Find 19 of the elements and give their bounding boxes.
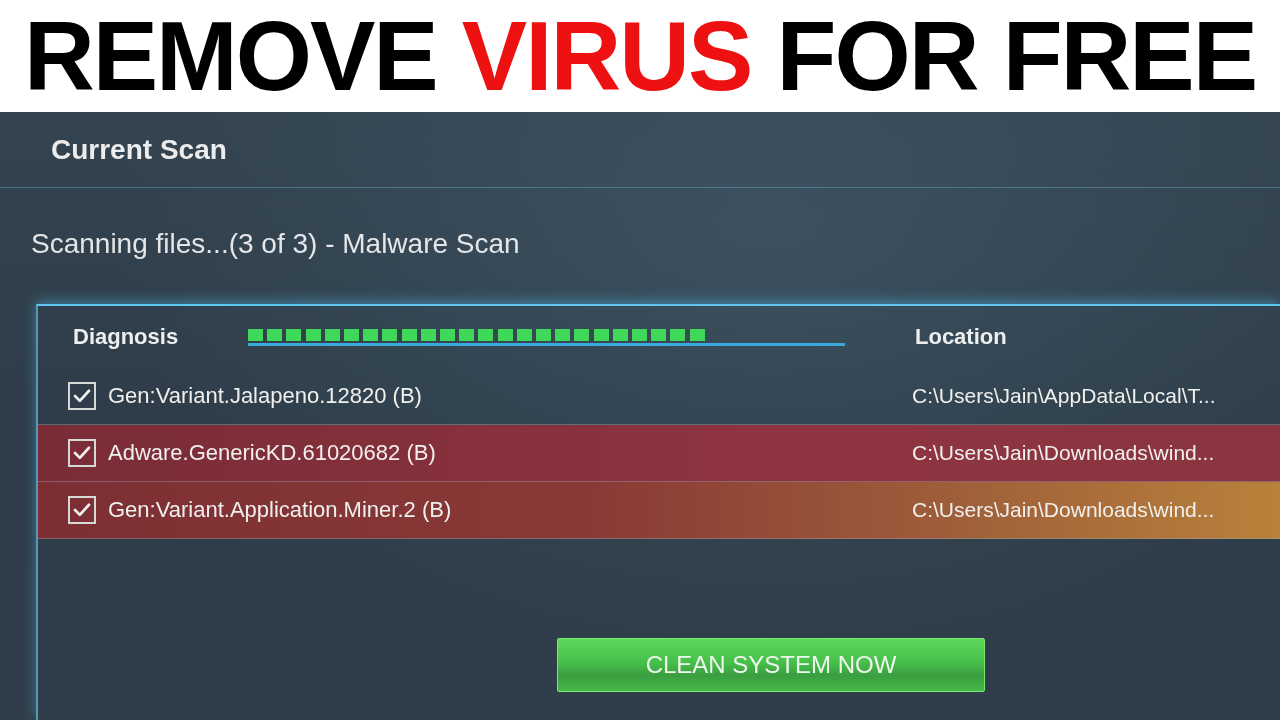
checkbox[interactable]	[68, 496, 96, 524]
threat-name: Adware.GenericKD.61020682 (B)	[108, 440, 436, 466]
file-path: C:\Users\Jain\Downloads\wind...	[912, 441, 1216, 465]
scan-status: Scanning files...(3 of 3) - Malware Scan	[30, 227, 521, 261]
result-row[interactable]: Gen:Variant.Application.Miner.2 (B) C:\Users\Jain\Downloads\wind...	[38, 482, 1280, 539]
threat-name: Gen:Variant.Application.Miner.2 (B)	[108, 497, 452, 523]
headline: REMOVE VIRUS FOR FREE	[23, 7, 1257, 105]
checkmark-icon	[73, 446, 91, 460]
panel-title: Current Scan	[51, 133, 227, 166]
file-path: C:\Users\Jain\Downloads\wind...	[912, 498, 1216, 522]
checkbox[interactable]	[68, 382, 96, 410]
file-path: C:\Users\Jain\AppData\Local\T...	[912, 384, 1217, 408]
column-header: Location	[915, 324, 1008, 350]
checkmark-icon	[73, 503, 91, 517]
checkmark-icon	[73, 389, 91, 403]
threat-name: Gen:Variant.Jalapeno.12820 (B)	[108, 383, 422, 409]
checkbox[interactable]	[68, 439, 96, 467]
result-row[interactable]: Adware.GenericKD.61020682 (B) C:\Users\Jain\Downloads\wind...	[38, 425, 1280, 482]
column-header: Diagnosis	[73, 324, 180, 350]
